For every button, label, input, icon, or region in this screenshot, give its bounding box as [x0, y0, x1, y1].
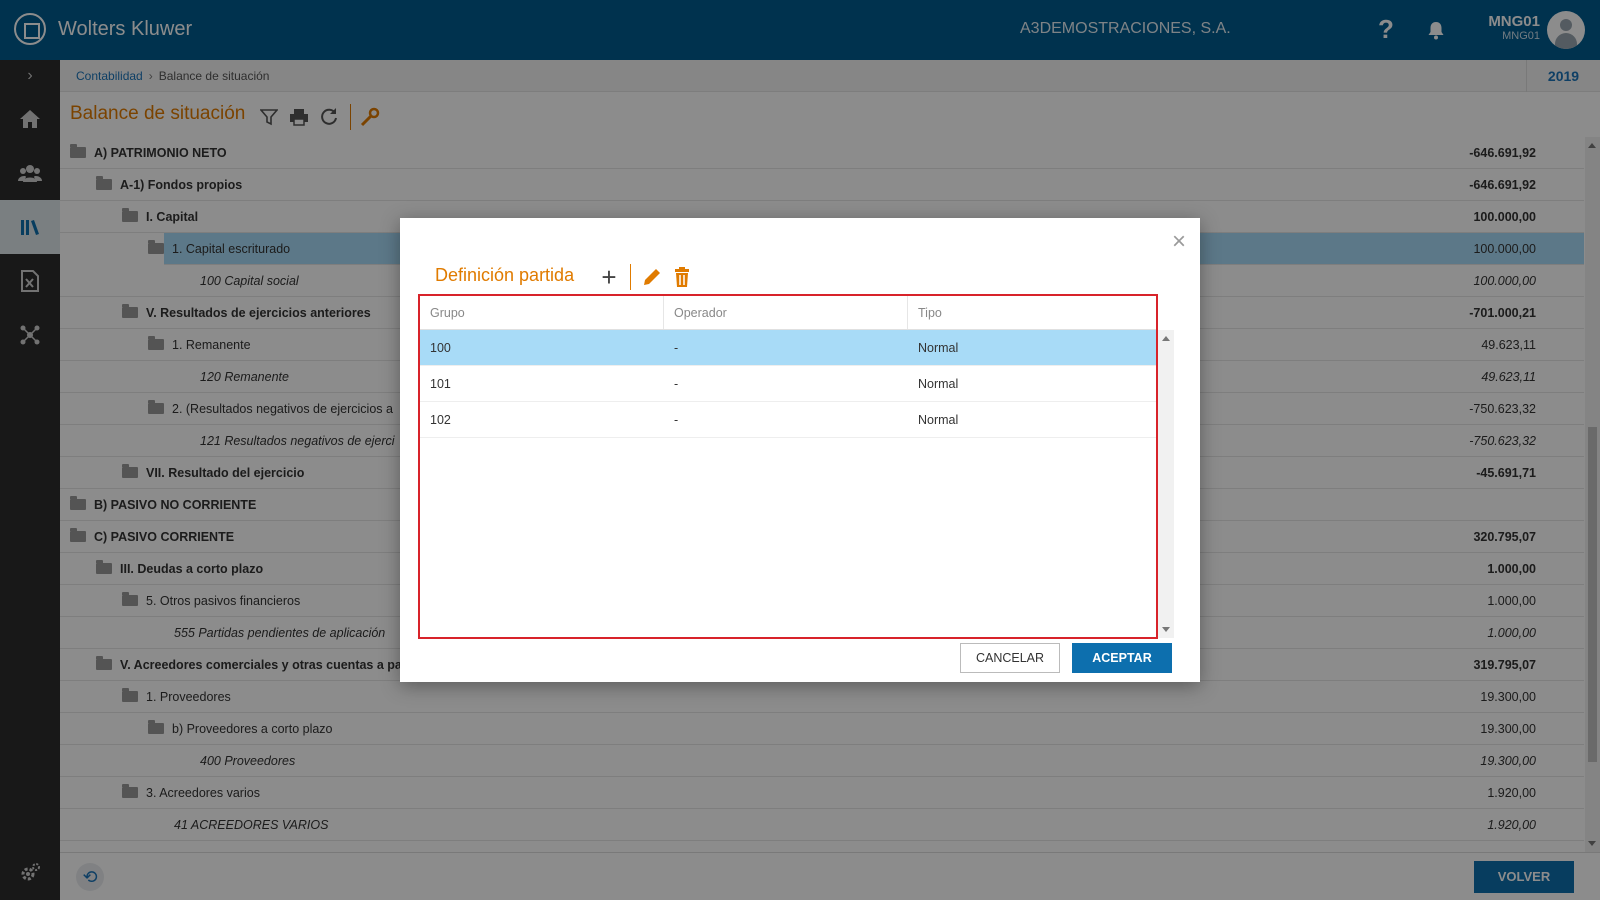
cell-tipo: Normal: [918, 377, 959, 391]
table-row[interactable]: 102 - Normal: [420, 402, 1156, 438]
column-header-operador[interactable]: Operador: [664, 296, 908, 329]
accept-button[interactable]: ACEPTAR: [1072, 643, 1172, 673]
column-header-grupo[interactable]: Grupo: [420, 296, 664, 329]
table-row[interactable]: 101 - Normal: [420, 366, 1156, 402]
dialog-title: Definición partida: [435, 265, 575, 285]
add-icon[interactable]: +: [598, 264, 620, 290]
scroll-down-icon[interactable]: [1162, 627, 1170, 632]
definicion-partida-dialog: × Definición partida + Grupo Operador Ti…: [400, 218, 1200, 682]
column-header-tipo[interactable]: Tipo: [908, 296, 1156, 329]
cancel-button[interactable]: CANCELAR: [960, 643, 1060, 673]
cell-grupo: 102: [430, 413, 451, 427]
dialog-toolbar: +: [598, 264, 701, 290]
grid-scrollbar[interactable]: [1158, 330, 1174, 638]
toolbar-divider: [630, 264, 631, 290]
trash-icon[interactable]: [671, 266, 693, 288]
partida-grid: Grupo Operador Tipo 100 - Normal 101 - N…: [418, 294, 1158, 639]
cell-operador: -: [674, 413, 679, 427]
pencil-icon[interactable]: [641, 266, 663, 288]
table-row[interactable]: 100 - Normal: [420, 330, 1156, 366]
cell-tipo: Normal: [918, 341, 959, 355]
scroll-up-icon[interactable]: [1162, 336, 1170, 341]
cell-grupo: 101: [430, 377, 451, 391]
cell-grupo: 100: [430, 341, 451, 355]
grid-header: Grupo Operador Tipo: [420, 296, 1156, 330]
cell-operador: -: [674, 377, 679, 391]
close-icon[interactable]: ×: [1172, 228, 1186, 256]
cell-tipo: Normal: [918, 413, 959, 427]
cell-operador: -: [674, 341, 679, 355]
